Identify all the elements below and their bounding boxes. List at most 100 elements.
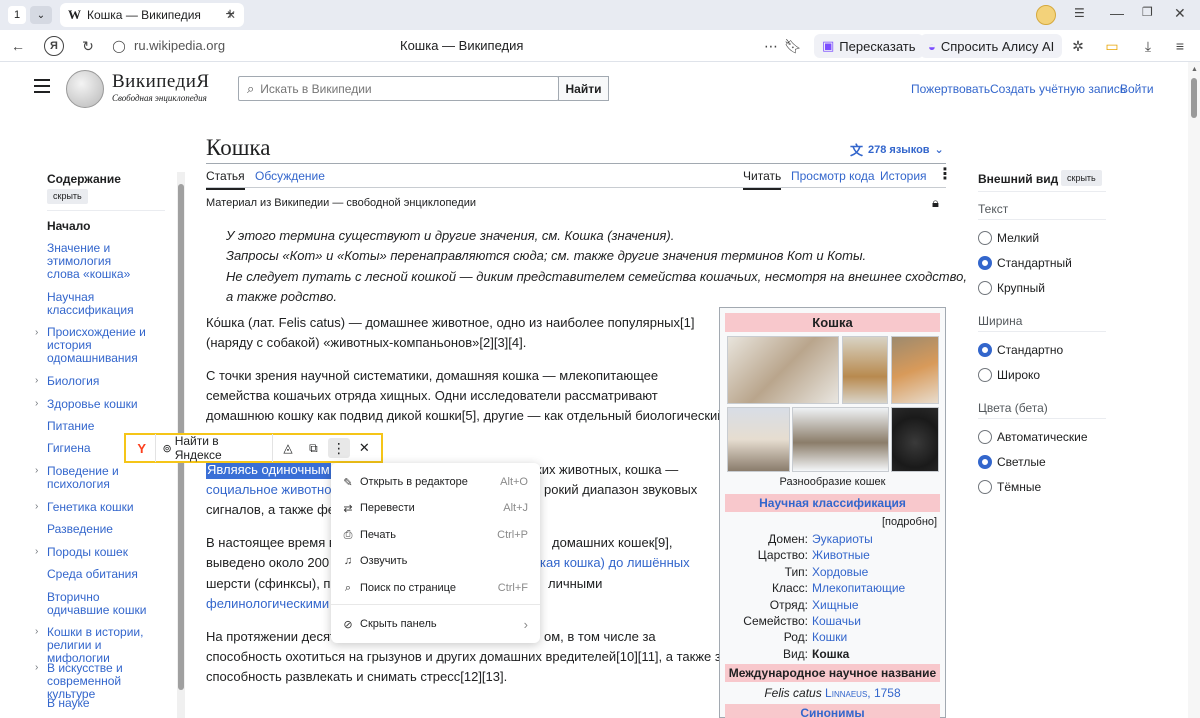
find-in-yandex-button[interactable]: ⊚ Найти в Яндексе (155, 434, 274, 462)
taxon-value[interactable]: Млекопитающие (812, 580, 905, 596)
synonyms-header[interactable]: Синонимы (725, 704, 940, 718)
yandex-logo-icon[interactable]: Я (44, 36, 64, 56)
alice-bell-icon[interactable]: ◬ (277, 441, 298, 455)
copy-icon[interactable]: ⧉ (303, 441, 324, 456)
tab-talk[interactable]: Обсуждение (255, 169, 325, 183)
profile-avatar-icon[interactable] (1036, 5, 1056, 25)
toc-item[interactable]: Породы кошек (47, 546, 167, 559)
url-text[interactable]: ru.wikipedia.org (134, 38, 225, 53)
wiki-logo-title[interactable]: ВикипедиЯ (112, 71, 210, 93)
taxon-value[interactable]: Хищные (812, 597, 859, 613)
taxon-value[interactable]: Кошачьи (812, 613, 861, 629)
back-icon[interactable]: ← (8, 36, 28, 56)
chevron-right-icon[interactable]: › (35, 375, 38, 386)
bookmark-icon[interactable]: 🔖︎ (784, 36, 802, 56)
page-scrollbar-track[interactable]: ▲ (1188, 62, 1200, 718)
taxon-value[interactable]: Хордовые (812, 564, 868, 580)
yandex-y-icon[interactable]: Y (132, 441, 151, 456)
cat-photo-calico[interactable] (891, 336, 939, 404)
minimize-icon[interactable]: — (1110, 5, 1124, 21)
site-security-icon[interactable]: ◯ (111, 37, 127, 55)
menu-translate[interactable]: ⇄ Перевести Alt+J (342, 498, 528, 518)
tabs-dropdown-icon[interactable]: ⌄ (30, 6, 52, 24)
menu-icon[interactable]: ≡ (1170, 36, 1190, 56)
reload-icon[interactable]: ↻ (78, 36, 98, 56)
main-menu-icon[interactable] (34, 79, 50, 93)
toc-item[interactable]: В науке (47, 697, 167, 710)
text-small-radio[interactable] (978, 231, 992, 245)
toc-item[interactable]: Здоровье кошки (47, 398, 167, 411)
search-input[interactable] (260, 81, 541, 96)
chevron-right-icon[interactable]: › (35, 465, 38, 476)
languages-button[interactable]: 文 278 языков ⌄ (850, 140, 944, 159)
toc-item[interactable]: Биология (47, 375, 167, 388)
search-box[interactable]: ⌕ (238, 76, 559, 101)
more-menu-icon[interactable]: ⋮ (328, 438, 350, 458)
active-tab[interactable]: W Кошка — Википедия ✕ (60, 3, 244, 27)
color-auto-radio[interactable] (978, 430, 992, 444)
donate-link[interactable]: Пожертвовать (911, 82, 990, 96)
bookmarks-icon[interactable]: ☰ (1074, 6, 1085, 20)
download-icon[interactable]: ⤓ (1138, 36, 1158, 56)
close-toolbar-icon[interactable]: ✕ (354, 440, 375, 456)
page-scrollbar-thumb[interactable] (1191, 78, 1197, 118)
close-window-icon[interactable]: ✕ (1174, 5, 1186, 22)
taxon-value[interactable]: Кошки (812, 629, 847, 645)
toc-hide-button[interactable]: скрыть (47, 189, 88, 204)
restore-icon[interactable]: ❐ (1142, 5, 1153, 19)
toc-item[interactable]: Кошки в истории, религии и мифологии (47, 626, 162, 665)
cat-photo-black[interactable] (891, 407, 939, 472)
chevron-right-icon[interactable]: › (35, 398, 38, 409)
classification-header[interactable]: Научная классификация (725, 494, 940, 512)
color-light-radio[interactable] (978, 455, 992, 469)
toc-start[interactable]: Начало (47, 219, 90, 233)
more-dots-icon[interactable]: ⋯ (762, 36, 780, 56)
cat-photo-tabby-snow[interactable] (792, 407, 889, 472)
tab-counter[interactable]: 1 (8, 6, 26, 24)
page-scroll-up-icon[interactable]: ▲ (1191, 66, 1198, 73)
toc-item[interactable]: Происхождение и история одомашнивания (47, 326, 147, 365)
chevron-right-icon[interactable]: › (35, 327, 38, 338)
more-actions-icon[interactable]: ⋮ (937, 166, 953, 184)
battery-icon[interactable]: ▭ (1102, 36, 1122, 56)
toc-item[interactable]: Поведение и психология (47, 465, 132, 491)
search-button[interactable]: Найти (558, 76, 609, 101)
menu-find-on-page[interactable]: ⌕ Поиск по странице Ctrl+F (342, 578, 528, 598)
retell-button[interactable]: ▣ Пересказать (814, 34, 924, 58)
login-link[interactable]: Войти (1120, 82, 1154, 96)
toc-item[interactable]: Разведение (47, 523, 167, 536)
toc-item[interactable]: Питание (47, 420, 167, 433)
width-standard-radio[interactable] (978, 343, 992, 357)
appearance-hide-button[interactable]: скрыть (1061, 170, 1102, 186)
chevron-right-icon[interactable]: › (35, 501, 38, 512)
taxon-author-link[interactable]: Linnaeus, 1758 (825, 686, 901, 700)
menu-open-in-editor[interactable]: ✎ Открыть в редакторе Alt+O (342, 472, 528, 492)
menu-print[interactable]: ⎙ Печать Ctrl+P (342, 525, 528, 545)
ask-alice-button[interactable]: ◒ Спросить Алису AI (920, 34, 1063, 58)
wikipedia-globe-logo[interactable] (66, 70, 104, 108)
color-dark-radio[interactable] (978, 480, 992, 494)
new-tab-icon[interactable]: + (220, 5, 240, 25)
toc-item[interactable]: Вторично одичавшие кошки (47, 591, 162, 617)
text-standard-radio[interactable] (978, 256, 992, 270)
tab-view-source[interactable]: Просмотр кода (791, 169, 875, 183)
menu-hide-panel[interactable]: ⊘ Скрыть панель › (342, 614, 528, 634)
selected-word[interactable]: Являясь одиночным (206, 461, 331, 479)
create-account-link[interactable]: Создать учётную запись (990, 82, 1126, 96)
classification-more-link[interactable]: [подробно] (882, 516, 937, 528)
cat-photo-abyssinian[interactable] (842, 336, 888, 404)
chevron-right-icon[interactable]: › (35, 626, 38, 637)
toc-item[interactable]: Научная классификация (47, 291, 134, 317)
toc-item[interactable]: Среда обитания (47, 568, 167, 581)
extensions-icon[interactable]: ✲ (1068, 36, 1088, 56)
menu-read-aloud[interactable]: ♫ Озвучить (342, 551, 528, 571)
taxon-value[interactable]: Эукариоты (812, 531, 873, 547)
toc-item[interactable]: Генетика кошки (47, 501, 167, 514)
chevron-right-icon[interactable]: › (35, 662, 38, 673)
cat-photo-lying[interactable] (727, 336, 839, 404)
width-wide-radio[interactable] (978, 368, 992, 382)
taxon-value[interactable]: Животные (812, 547, 870, 563)
toc-item[interactable]: Значение и этимология слова «кошка» (47, 242, 147, 281)
text-large-radio[interactable] (978, 281, 992, 295)
cat-photo-siamese[interactable] (727, 407, 790, 472)
